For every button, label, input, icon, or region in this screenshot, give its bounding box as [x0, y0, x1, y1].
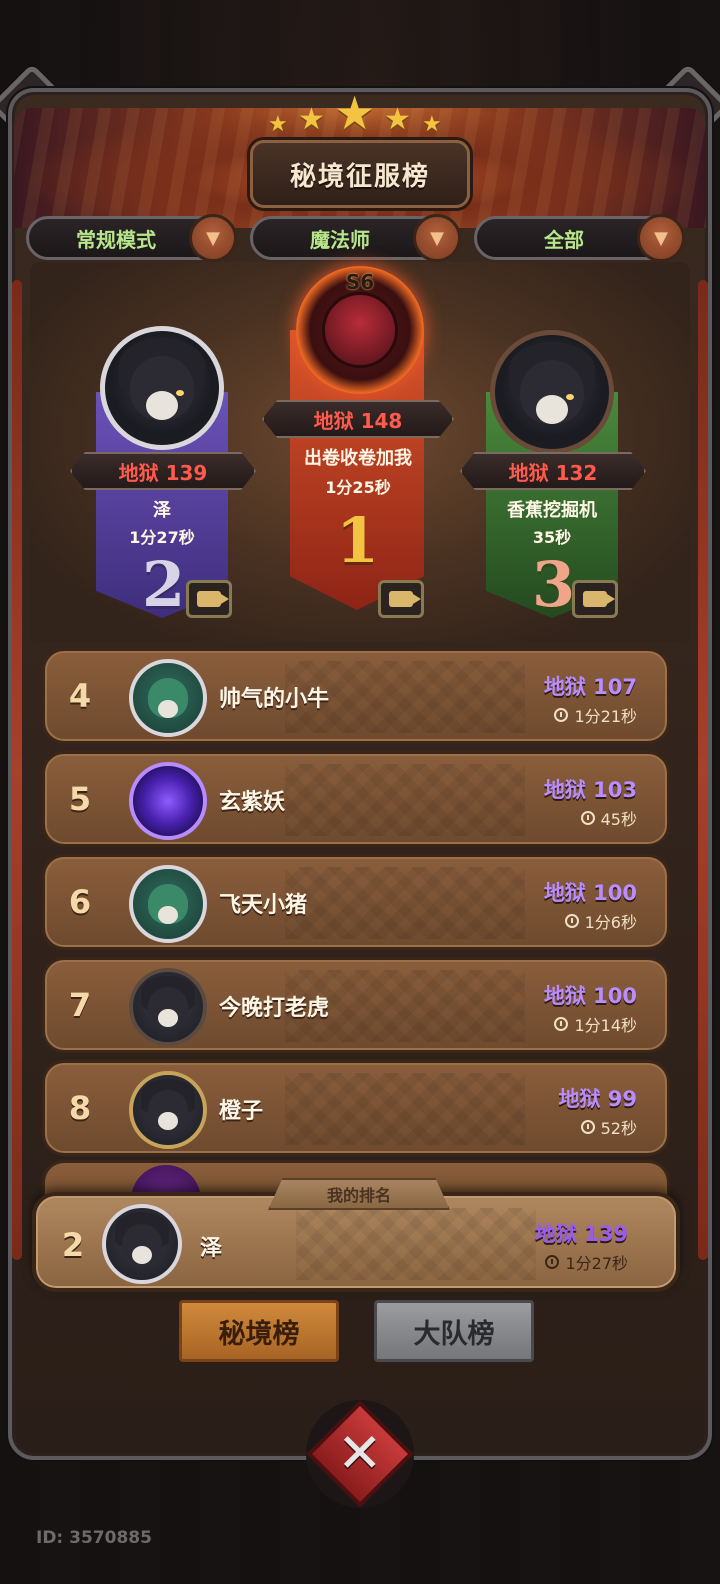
podium-second-time: 1分27秒 [129, 528, 195, 547]
row-score: 地狱 99 [558, 1087, 637, 1111]
scope-filter[interactable]: 全部 ▼ [474, 214, 685, 262]
class-filter[interactable]: 魔法师 ▼ [250, 214, 461, 262]
tab-secret-realm[interactable]: 秘境榜 [179, 1300, 339, 1362]
clock-icon [580, 811, 595, 825]
left-rail [12, 280, 22, 1260]
row-rank: 7 [68, 986, 92, 1024]
star-icon: ★ [298, 102, 325, 137]
list-item[interactable]: 4 帅气的小牛 地狱 107 1分21秒 [42, 648, 670, 744]
row-rank: 4 [68, 677, 92, 715]
avatar[interactable] [129, 659, 207, 737]
podium-first-time: 1分25秒 [325, 478, 391, 497]
list-item[interactable]: 5 玄紫妖 地狱 103 45秒 [42, 751, 670, 847]
video-camera-icon [583, 591, 615, 607]
clock-icon [580, 1120, 595, 1134]
my-rank-number: 2 [61, 1226, 85, 1264]
list-item[interactable]: 8 橙子 地狱 99 52秒 [42, 1060, 670, 1156]
clock-icon [545, 1255, 560, 1269]
avatar[interactable] [129, 762, 207, 840]
podium-first-score: 地狱 148 [313, 408, 403, 433]
row-time: 45秒 [580, 806, 637, 830]
row-rank: 6 [68, 883, 92, 921]
podium-third-score: 地狱 132 [508, 460, 598, 485]
podium-third-score-band: 地狱 132 [460, 452, 646, 490]
my-rank-tab-label: 我的排名 [268, 1178, 450, 1210]
close-icon: ✕ [337, 1422, 383, 1485]
podium-first-score-band: 地狱 148 [262, 400, 454, 438]
chevron-down-icon[interactable]: ▼ [189, 214, 237, 262]
chevron-down-icon[interactable]: ▼ [413, 214, 461, 262]
my-rank-time-text: 1分27秒 [565, 1254, 628, 1273]
row-time-text: 1分14秒 [574, 1016, 637, 1035]
row-time: 1分21秒 [554, 703, 637, 727]
season-label: S6 [345, 270, 375, 294]
row-rank: 8 [68, 1089, 92, 1127]
row-name: 飞天小猪 [219, 893, 308, 918]
podium-first-name: 出卷收卷加我 [304, 448, 412, 469]
leaderboard-list[interactable]: 4 帅气的小牛 地狱 107 1分21秒 5 玄紫妖 地狱 103 45秒 6 … [42, 648, 670, 1163]
row-score: 地狱 100 [543, 881, 637, 905]
podium-third-rank: 3 [532, 548, 576, 621]
right-rail [698, 280, 708, 1260]
row-rank: 5 [68, 780, 92, 818]
video-camera-icon [389, 591, 421, 607]
podium-third-time: 35秒 [532, 528, 572, 547]
list-item[interactable]: 6 飞天小猪 地狱 100 1分6秒 [42, 854, 670, 950]
star-icon: ★ [268, 112, 288, 137]
page-title-text: 秘境征服榜 [289, 161, 430, 192]
row-score: 地狱 100 [543, 984, 637, 1008]
mode-filter[interactable]: 常规模式 ▼ [26, 214, 237, 262]
list-item[interactable]: 7 今晚打老虎 地狱 100 1分14秒 [42, 957, 670, 1053]
podium-second-replay-button[interactable] [186, 580, 232, 618]
star-icon: ★ [334, 86, 376, 140]
row-name: 橙子 [219, 1099, 264, 1124]
row-name: 今晚打老虎 [219, 996, 330, 1021]
clock-icon [564, 914, 579, 928]
my-rank-name: 泽 [200, 1236, 223, 1261]
row-score: 地狱 107 [543, 675, 637, 699]
clock-icon [554, 1017, 569, 1031]
avatar[interactable] [102, 1204, 182, 1284]
page-title: 秘境征服榜 [250, 140, 470, 208]
star-rating: ★ ★ ★ ★ ★ [0, 86, 720, 148]
row-name: 玄紫妖 [219, 790, 286, 815]
podium-first-rank: 1 [336, 504, 380, 577]
my-rank-time: 1分27秒 [545, 1250, 628, 1274]
row-name: 帅气的小牛 [219, 687, 330, 712]
video-camera-icon [197, 591, 229, 607]
avatar[interactable] [129, 1071, 207, 1149]
podium-third-name: 香蕉挖掘机 [507, 500, 597, 521]
user-id-label: ID: 3570885 [36, 1528, 152, 1548]
podium-first-replay-button[interactable] [378, 580, 424, 618]
star-icon: ★ [422, 112, 442, 137]
podium-second-rank: 2 [142, 548, 186, 621]
podium-third-avatar[interactable] [490, 330, 614, 454]
my-rank-score: 地狱 139 [534, 1222, 628, 1246]
podium-second-name: 泽 [153, 500, 171, 521]
chevron-down-icon[interactable]: ▼ [637, 214, 685, 262]
row-score: 地狱 103 [543, 778, 637, 802]
avatar[interactable] [129, 968, 207, 1046]
row-time-text: 52秒 [600, 1119, 637, 1138]
tab-team[interactable]: 大队榜 [374, 1300, 534, 1362]
podium-third-replay-button[interactable] [572, 580, 618, 618]
clock-icon [554, 708, 569, 722]
row-time: 1分6秒 [564, 909, 637, 933]
row-time-text: 1分6秒 [584, 913, 637, 932]
avatar[interactable] [129, 865, 207, 943]
row-time-text: 1分21秒 [574, 707, 637, 726]
podium-second-score-band: 地狱 139 [70, 452, 256, 490]
podium-second-avatar[interactable] [100, 326, 224, 450]
row-time: 1分14秒 [554, 1012, 637, 1036]
star-icon: ★ [384, 102, 411, 137]
row-time-text: 45秒 [600, 810, 637, 829]
row-time: 52秒 [580, 1115, 637, 1139]
podium-second-score: 地狱 139 [118, 460, 208, 485]
